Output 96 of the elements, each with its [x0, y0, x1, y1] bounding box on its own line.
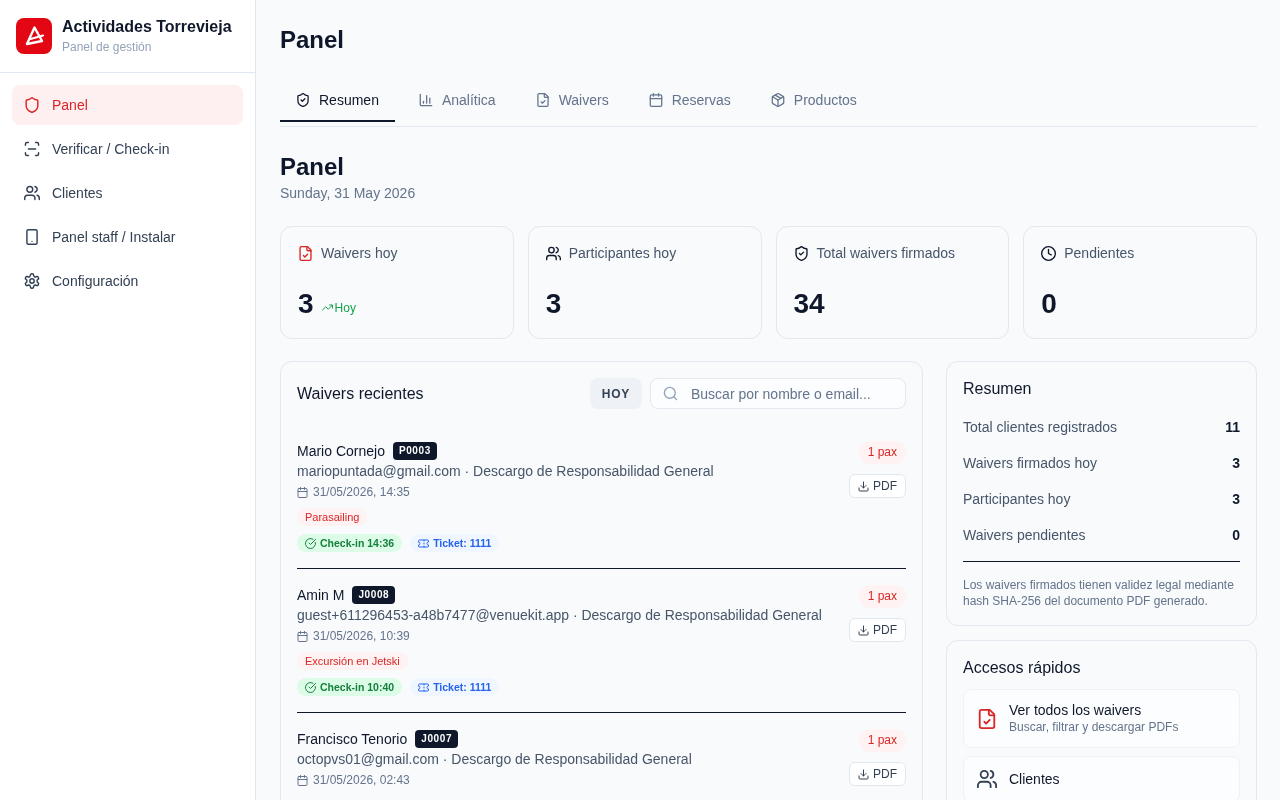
- settings-icon: [24, 273, 40, 289]
- summary-value: 0: [1232, 527, 1240, 543]
- stat-label: Participantes hoy: [568, 245, 677, 261]
- check-circle-icon: [305, 537, 316, 549]
- nav-item[interactable]: Verificar / Check-in: [12, 129, 243, 169]
- stat-value: 3: [298, 287, 314, 321]
- stat-value: 0: [1041, 287, 1057, 321]
- nav-item[interactable]: Clientes: [12, 173, 243, 213]
- card-title: Waivers recientes: [297, 383, 425, 404]
- customer-code-badge: J0007: [415, 730, 459, 748]
- pax-count-badge: 1 pax: [858, 729, 906, 752]
- nav-item[interactable]: Panel staff / Instalar: [12, 217, 243, 257]
- pdf-button[interactable]: PDF: [849, 762, 906, 786]
- file-check-icon: [977, 708, 997, 729]
- box-icon: [770, 93, 785, 107]
- ticket-icon: [418, 681, 430, 693]
- search-icon: [663, 386, 678, 401]
- stat-label: Total waivers firmados: [816, 245, 955, 261]
- shield-check-icon: [793, 245, 809, 261]
- summary-value: 3: [1232, 455, 1240, 471]
- quick-access-title: Ver todos los waivers: [1009, 702, 1143, 719]
- waiver-details: guest+611296453-a48b7477@venuekit.app · Descargo de Responsabilidad General: [297, 606, 823, 625]
- ticket-number: Ticket: 1111: [433, 681, 492, 693]
- summary-label: Waivers firmados hoy: [963, 455, 1098, 471]
- section-title: Panel: [280, 152, 346, 182]
- ticket-number: Ticket: 1111: [433, 537, 492, 549]
- customer-code-badge: P0003: [392, 442, 437, 460]
- calendar-icon: [297, 774, 308, 786]
- summary-value: 3: [1232, 491, 1240, 507]
- waiver-date: 31/05/2026, 14:35: [313, 485, 410, 499]
- brand-subtitle: Panel de gestión: [62, 39, 153, 55]
- stat-label: Pendientes: [1064, 245, 1135, 261]
- quick-access-subtitle: Buscar, filtrar y descargar PDFs: [1009, 720, 1179, 735]
- brand-title: Actividades Torrevieja: [62, 17, 232, 37]
- checkin-time: Check-in 14:36: [320, 537, 395, 549]
- ticket-icon: [418, 537, 430, 549]
- stat-value: 34: [793, 287, 825, 321]
- search-field[interactable]: Buscar por nombre o email...: [650, 378, 906, 409]
- current-date: Sunday, 31 May 2026: [280, 184, 417, 203]
- summary-label: Total clientes registrados: [963, 419, 1118, 435]
- quick-access-item[interactable]: Clientes: [963, 756, 1240, 800]
- pdf-button[interactable]: PDF: [849, 618, 906, 642]
- users-icon: [24, 185, 40, 201]
- shield-icon: [24, 97, 40, 113]
- stat-value: 3: [545, 287, 562, 321]
- tab[interactable]: Productos: [754, 80, 873, 122]
- stat-label: Waivers hoy: [321, 245, 398, 261]
- logo-icon: [16, 18, 52, 54]
- waiver-date: 31/05/2026, 02:43: [313, 773, 410, 787]
- download-icon: [858, 480, 869, 492]
- pdf-button[interactable]: PDF: [849, 474, 906, 498]
- calendar-icon: [648, 93, 663, 107]
- nav-item[interactable]: Configuración: [12, 261, 243, 301]
- clock-icon: [1041, 245, 1057, 261]
- card-title: Accesos rápidos: [963, 658, 1082, 678]
- trend-up-icon: [321, 302, 333, 313]
- check-circle-icon: [305, 681, 316, 693]
- quick-access-item[interactable]: Ver todos los waivers Buscar, filtrar y descargar PDFs: [963, 689, 1240, 748]
- tab[interactable]: Reservas: [632, 80, 747, 122]
- nav-item[interactable]: Panel: [12, 85, 243, 125]
- tab[interactable]: Waivers: [519, 80, 625, 122]
- page-title: Panel: [280, 25, 346, 55]
- summary-label: Participantes hoy: [963, 491, 1071, 507]
- bar-chart-icon: [418, 93, 433, 107]
- activity-tag: Parasailing: [297, 508, 368, 526]
- customer-name: Amin M: [297, 587, 345, 603]
- pax-count-badge: 1 pax: [858, 585, 906, 608]
- tab[interactable]: Resumen: [280, 80, 395, 122]
- summary-note: Los waivers firmados tienen validez legal mediante hash SHA-256 del documento PDF generado.: [963, 577, 1235, 609]
- quick-access-title: Clientes: [1009, 770, 1060, 788]
- calendar-icon: [297, 486, 308, 498]
- waiver-date: 31/05/2026, 10:39: [313, 629, 410, 643]
- checkin-time: Check-in 10:40: [320, 681, 395, 693]
- download-icon: [858, 768, 869, 780]
- phone-icon: [24, 229, 40, 245]
- waiver-details: octopvs01@gmail.com · Descargo de Responsabilidad General: [297, 750, 693, 769]
- customer-code-badge: J0008: [352, 586, 396, 604]
- pax-count-badge: 1 pax: [858, 441, 906, 464]
- activity-tag: Excursión en Jetski: [297, 652, 408, 670]
- users-icon: [545, 245, 561, 261]
- shield-check-icon: [296, 93, 310, 107]
- card-title: Resumen: [963, 379, 1033, 399]
- download-icon: [858, 624, 869, 636]
- filter-button[interactable]: HOY: [589, 378, 642, 409]
- summary-label: Waivers pendientes: [963, 527, 1086, 543]
- calendar-icon: [297, 630, 308, 642]
- trend-label: Hoy: [334, 300, 356, 315]
- tab[interactable]: Analítica: [402, 80, 512, 122]
- customer-name: Francisco Tenorio: [297, 731, 408, 747]
- scan-icon: [24, 141, 40, 157]
- customer-name: Mario Cornejo: [297, 443, 385, 459]
- file-check-icon: [535, 93, 550, 107]
- summary-value: 11: [1225, 419, 1240, 435]
- users-icon: [977, 769, 997, 789]
- file-check-icon: [298, 245, 313, 261]
- waiver-details: mariopuntada@gmail.com · Descargo de Responsabilidad General: [297, 462, 715, 481]
